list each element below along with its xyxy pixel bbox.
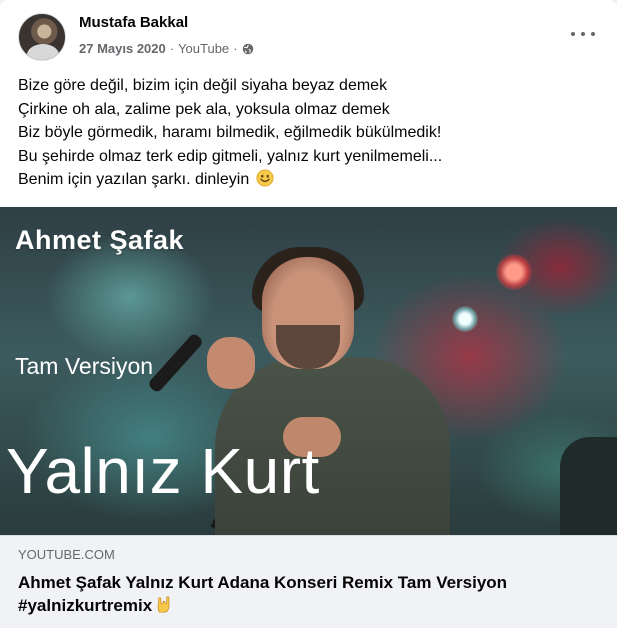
rock-hand-icon xyxy=(157,596,170,613)
singer-hand xyxy=(207,337,255,389)
link-domain: YOUTUBE.COM xyxy=(18,547,115,562)
post-text: Bize göre değil, bizim için değil siyaha… xyxy=(18,74,598,192)
video-thumbnail[interactable]: Ahmet Şafak Tam Versiyon Yalnız Kurt xyxy=(0,207,617,535)
link-title[interactable]: Ahmet Şafak Yalnız Kurt Adana Konseri Re… xyxy=(18,571,608,617)
post-text-line-last: Benim için yazılan şarkı. dinleyin xyxy=(18,168,598,192)
background-figure xyxy=(560,437,617,535)
link-preview[interactable]: YOUTUBE.COM Ahmet Şafak Yalnız Kurt Adan… xyxy=(0,535,617,628)
thumbnail-song-text: Yalnız Kurt xyxy=(6,435,320,507)
meta-separator: · xyxy=(169,41,175,56)
meta-separator: · xyxy=(233,41,238,56)
post-text-line: Bu şehirde olmaz terk edip gitmeli, yaln… xyxy=(18,147,443,165)
post-text-line: Çirkine oh ala, zalime pek ala, yoksula … xyxy=(18,100,390,118)
author-name[interactable]: Mustafa Bakkal xyxy=(79,14,188,31)
thumbnail-artist-text: Ahmet Şafak xyxy=(15,225,185,255)
post-date[interactable]: 27 Mayıs 2020 xyxy=(79,41,166,56)
post-source: YouTube xyxy=(178,41,230,56)
post-text-line: Biz böyle görmedik, haramı bilmedik, eği… xyxy=(18,124,442,141)
stage-light xyxy=(452,306,478,332)
thumbnail-version-text: Tam Versiyon xyxy=(15,353,154,379)
more-options-icon[interactable] xyxy=(571,24,595,44)
post-header: Mustafa Bakkal 27 Mayıs 2020 · YouTube · xyxy=(0,0,617,70)
post-text-line: Benim için yazılan şarkı. dinleyin xyxy=(18,171,250,188)
globe-icon[interactable] xyxy=(242,43,254,55)
stage-light xyxy=(496,254,532,290)
avatar[interactable] xyxy=(18,13,66,61)
link-title-text: Ahmet Şafak Yalnız Kurt Adana Konseri Re… xyxy=(18,573,508,615)
post-meta: 27 Mayıs 2020 · YouTube · xyxy=(79,41,254,56)
microphone xyxy=(146,332,205,394)
post-card: Mustafa Bakkal 27 Mayıs 2020 · YouTube ·… xyxy=(0,0,617,628)
post-text-line: Bize göre değil, bizim için değil siyaha… xyxy=(18,77,388,94)
smiley-icon xyxy=(256,169,274,187)
